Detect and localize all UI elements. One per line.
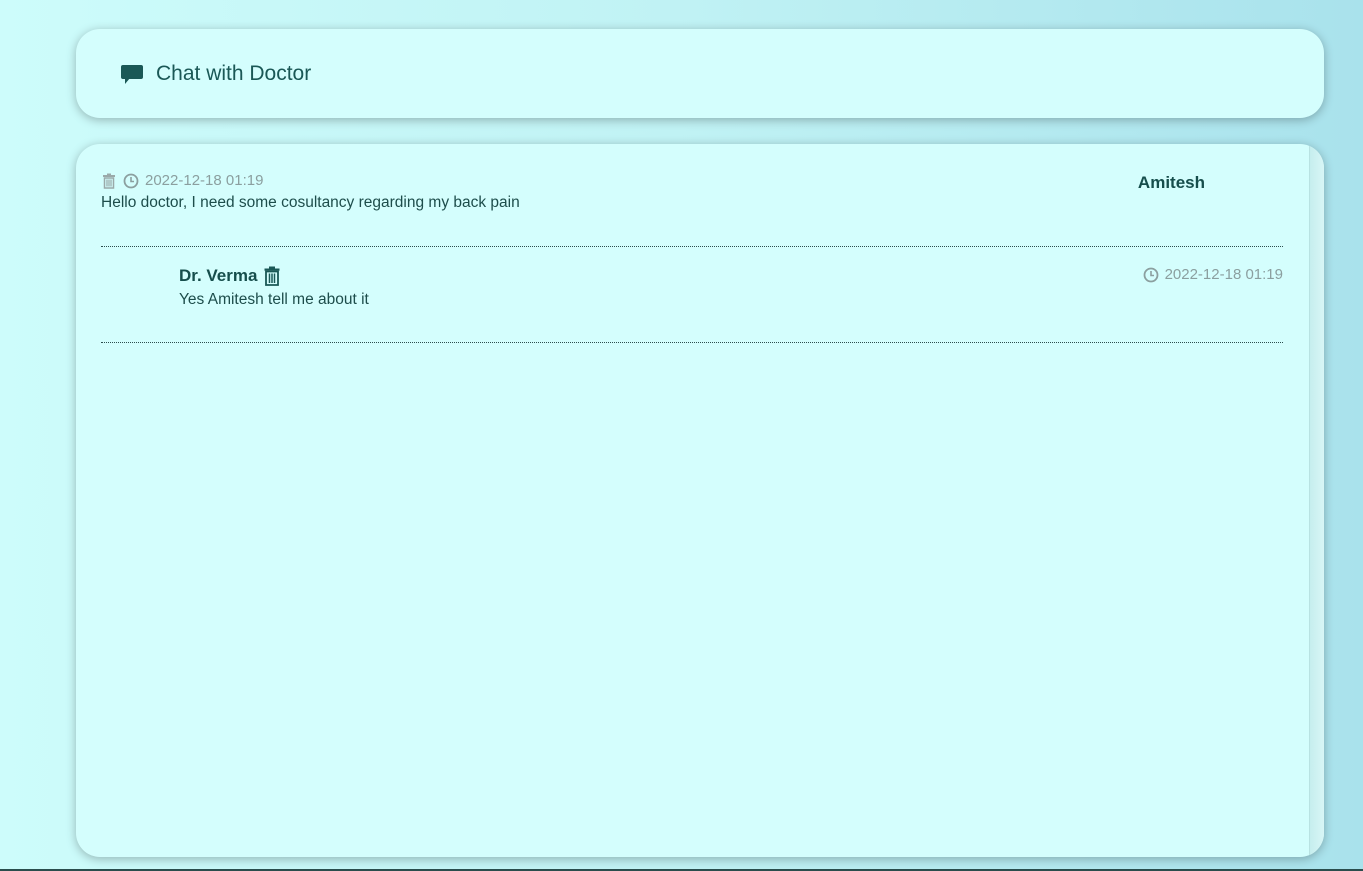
message-text: Hello doctor, I need some cosultancy reg… xyxy=(101,194,520,211)
scrollbar[interactable] xyxy=(1309,144,1324,857)
message-text: Yes Amitesh tell me about it xyxy=(179,291,369,308)
message-item: 2022-12-18 01:19 Hello doctor, I need so… xyxy=(101,172,1283,247)
clock-icon xyxy=(123,173,139,189)
trash-icon[interactable] xyxy=(263,266,281,286)
page-title: Chat with Doctor xyxy=(156,61,312,85)
clock-icon xyxy=(1143,267,1159,283)
sender-name: Dr. Verma xyxy=(179,266,258,285)
message-meta: 2022-12-18 01:19 xyxy=(1143,266,1283,283)
chat-bubble-icon xyxy=(120,63,144,85)
chat-messages-panel[interactable]: 2022-12-18 01:19 Hello doctor, I need so… xyxy=(76,144,1324,857)
chat-header: Chat with Doctor xyxy=(76,29,1324,118)
message-timestamp: 2022-12-18 01:19 xyxy=(1164,266,1283,283)
message-meta: 2022-12-18 01:19 xyxy=(101,172,1283,189)
message-item: Dr. Verma Yes Amitesh tell me about it 2… xyxy=(101,264,1283,343)
doctor-reply: Dr. Verma Yes Amitesh tell me about it xyxy=(179,266,369,309)
message-timestamp: 2022-12-18 01:19 xyxy=(145,172,264,189)
sender-name: Amitesh xyxy=(1137,173,1205,192)
trash-icon[interactable] xyxy=(101,173,117,189)
